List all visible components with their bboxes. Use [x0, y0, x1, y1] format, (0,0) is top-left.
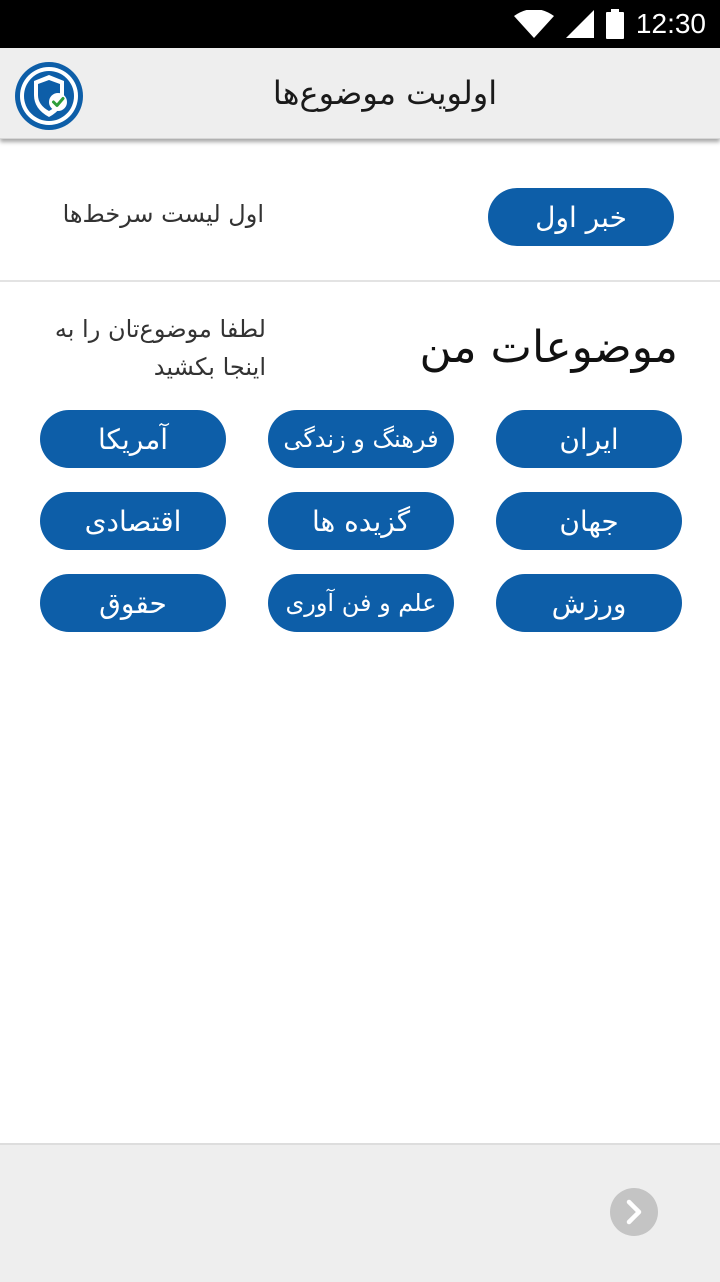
topic-sports[interactable]: ورزش [496, 574, 682, 632]
my-topics-hint: لطفا موضوع‌تان را به اینجا بکشید [54, 315, 266, 381]
wifi-icon [513, 10, 554, 38]
topic-science-tech[interactable]: علم و فن آوری [268, 574, 454, 632]
cell-signal-icon [565, 10, 594, 38]
next-button[interactable] [610, 1188, 658, 1236]
topic-world[interactable]: جهان [496, 492, 682, 550]
first-news-description: اول لیست سرخط‌ها [62, 200, 264, 228]
topic-culture-life[interactable]: فرهنگ و زندگی [268, 410, 454, 468]
topic-iran[interactable]: ایران [496, 410, 682, 468]
status-icons: 12:30 [513, 0, 706, 48]
battery-icon [605, 9, 624, 39]
divider [0, 280, 720, 282]
topic-law[interactable]: حقوق [40, 574, 226, 632]
topic-highlights[interactable]: گزیده ها [268, 492, 454, 550]
my-topics-title: موضوعات من [419, 322, 678, 373]
first-news-section: خبر اول اول لیست سرخط‌ها [0, 140, 720, 280]
status-time: 12:30 [635, 8, 706, 39]
status-bar: 12:30 [0, 0, 720, 48]
first-news-button[interactable]: خبر اول [488, 188, 674, 246]
page-title: اولویت موضوع‌ها [272, 74, 498, 112]
shield-check-icon[interactable] [14, 61, 84, 131]
app-bar: اولویت موضوع‌ها [0, 48, 720, 139]
topic-economy[interactable]: اقتصادی [40, 492, 226, 550]
topic-america[interactable]: آمریکا [40, 410, 226, 468]
chevron-right-icon [626, 1199, 642, 1225]
